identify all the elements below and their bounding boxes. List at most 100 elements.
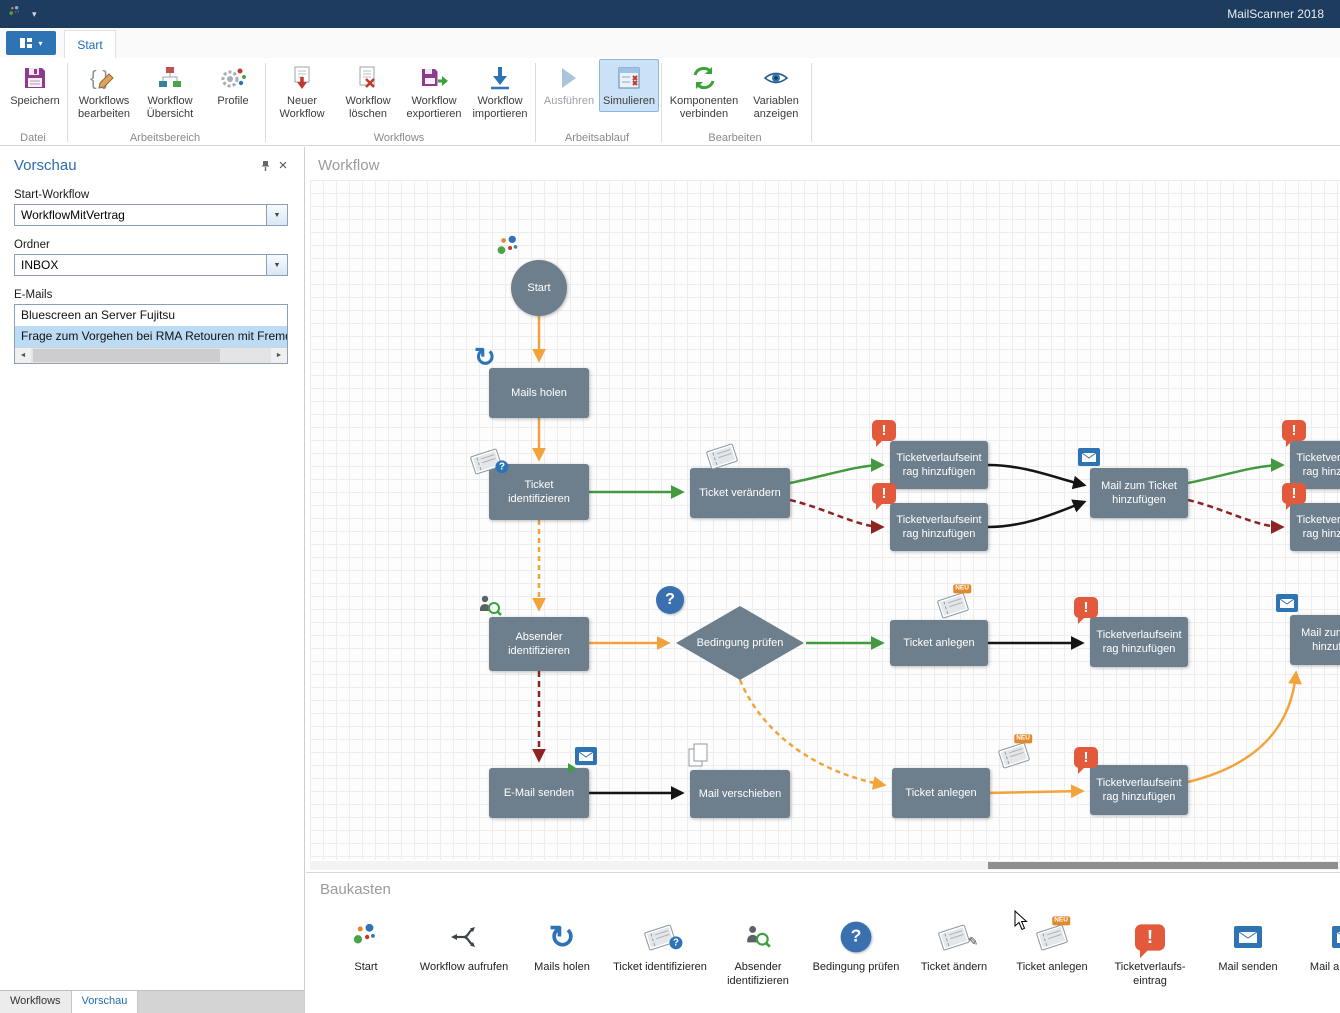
workflow-node[interactable]: Absender identifizieren [489,617,589,671]
quick-access-caret-icon[interactable] [32,9,37,20]
scrollbar-thumb[interactable] [33,349,220,362]
close-icon[interactable] [274,158,292,174]
new-workflow-icon [289,63,315,93]
workflow-edge[interactable] [1188,673,1296,782]
workflow-node[interactable]: Ticket anlegen [890,620,988,666]
email-list: Bluescreen an Server Fujitsu Frage zum V… [14,304,288,364]
edit-workflows-button[interactable]: { } Workflows bearbeiten [71,59,137,124]
ribbon-group-arbeitsbereich: { } Workflows bearbeiten Workflow Übersi… [68,58,266,145]
toolbox-item-mail-senden[interactable]: Mail senden [1200,914,1296,989]
start-workflow-select[interactable]: WorkflowMitVertrag [14,204,288,226]
chevron-down-icon[interactable] [266,205,287,225]
app-menu-grid-icon [19,37,33,49]
tab-workflows[interactable]: Workflows [0,991,72,1013]
workflow-node[interactable]: Ticketverlaufseintrag hinzufügen [1090,765,1188,815]
scroll-right-icon[interactable] [271,348,287,363]
workflow-edge[interactable] [990,791,1082,793]
pin-icon[interactable] [256,158,274,174]
workflow-node[interactable]: Start [511,260,567,316]
workflow-edge[interactable] [790,500,882,527]
workflow-canvas[interactable]: Start Mails holen Ticket identifizieren … [310,180,1340,860]
toolbox-item-call-workflow[interactable]: Workflow aufrufen [416,914,512,989]
green-arrow-icon [568,763,576,773]
workflow-node[interactable]: Mail verschieben [690,770,790,818]
exclamation-bubble-icon [872,483,896,504]
mail-icon [1298,914,1340,960]
folder-select[interactable]: INBOX [14,254,288,276]
show-variables-button[interactable]: Variablen anzeigen [743,59,809,124]
canvas-hscrollbar[interactable] [310,861,1340,870]
workflow-edge[interactable] [988,502,1084,527]
workflow-edge[interactable] [1188,465,1282,483]
workflow-overview-button[interactable]: Workflow Übersicht [137,59,203,124]
workflow-edge[interactable] [988,465,1084,485]
run-button[interactable]: Ausführen [539,59,599,112]
toolbox-row: Start Workflow aufrufen Mails holen Tick… [306,914,1340,989]
app-menu-button[interactable] [6,31,56,55]
workflow-node[interactable]: Mails holen [489,368,589,418]
question-circle-icon [656,586,684,614]
toolbox-item-mails-holen[interactable]: Mails holen [514,914,610,989]
toolbox-item-absender-identifizieren[interactable]: Absender identifizieren [710,914,806,989]
save-button[interactable]: Speichern [5,59,65,112]
workflow-node[interactable]: E-Mail senden [489,768,589,818]
toolbox-item-start[interactable]: Start [318,914,414,989]
connect-components-icon [691,63,717,93]
exclamation-bubble-icon [1074,597,1098,618]
workflow-node[interactable]: Ticketverlaufseintrag hinzufügen [1090,617,1188,667]
import-workflow-button[interactable]: Workflow importieren [467,59,533,124]
ribbon-body: Speichern Datei { } Workflows bearbeiten… [0,58,1340,145]
list-item[interactable]: Frage zum Vorgehen bei RMA Retouren mit … [15,326,287,347]
connect-components-button[interactable]: Komponenten verbinden [665,59,743,124]
ticket-question-icon [612,914,708,960]
toolbox-item-ticketverlaufseintrag[interactable]: Ticketverlaufs-eintrag [1102,914,1198,989]
colored-dots-icon [495,234,523,267]
ribbon-group-bearbeiten: Komponenten verbinden Variablen anzeigen… [662,58,812,145]
workflow-node[interactable]: Mail zum Ticket hinzufügen [1090,468,1188,518]
scroll-left-icon[interactable] [15,348,31,363]
list-item[interactable]: Bluescreen an Server Fujitsu [15,305,287,326]
question-badge [495,460,508,473]
folder-label: Ordner [14,239,288,251]
mail-send-icon [575,747,597,770]
workflow-edge[interactable] [1188,500,1282,527]
workflow-node[interactable]: Mail zum Ticket hinzufügen [1290,615,1340,665]
toolbox-title: Baukasten [320,881,1340,898]
workflow-node[interactable]: Ticket verändern [690,468,790,518]
workflow-node[interactable]: Ticket anlegen [892,768,990,818]
ribbon-group-workflows: Neuer Workflow Workflow löschen Workflow… [266,58,536,145]
workflow-node[interactable]: Ticketverlaufseintrag hinzufügen [1290,503,1340,551]
chevron-down-icon[interactable] [266,255,287,275]
scrollbar-track[interactable] [31,348,271,363]
export-workflow-button[interactable]: Workflow exportieren [401,59,467,124]
tab-start[interactable]: Start [64,30,116,58]
workflow-node[interactable]: Ticketverlaufseintrag hinzufügen [1290,441,1340,489]
toolbox-item-ticket-aendern[interactable]: Ticket ändern [906,914,1002,989]
ribbon-tab-row: Start [0,28,1340,58]
new-workflow-button[interactable]: Neuer Workflow [269,59,335,124]
toolbox-item-ticket-identifizieren[interactable]: Ticket identifizieren [612,914,708,989]
run-icon [558,63,580,93]
start-workflow-label: Start-Workflow [14,189,288,201]
export-workflow-icon [420,63,448,93]
app-icon[interactable] [8,5,22,24]
profiles-button[interactable]: Profile [203,59,263,112]
workflow-edge[interactable] [790,465,882,483]
save-icon [22,63,48,93]
toolbox-item-bedingung-pruefen[interactable]: Bedingung prüfen [808,914,904,989]
simulate-button[interactable]: Simulieren [599,59,659,112]
delete-workflow-button[interactable]: Workflow löschen [335,59,401,124]
import-workflow-icon [487,63,513,93]
edit-workflows-icon: { } [90,63,118,93]
scrollbar-thumb[interactable] [988,862,1338,869]
ticket-edit-icon [906,914,1002,960]
toolbox-item-mail-anhaengen[interactable]: Mail anhängen [1298,914,1340,989]
tab-vorschau[interactable]: Vorschau [72,991,139,1013]
workflow-panel-title: Workflow [318,157,379,174]
application-window: MailScanner 2018 Start Speichern Datei [0,0,1340,1013]
workflow-node[interactable]: Ticketverlaufseintrag hinzufügen [890,441,988,489]
exclamation-bubble-icon [872,420,896,441]
workflow-node[interactable]: Ticketverlaufseintrag hinzufügen [890,503,988,551]
colored-dots-icon [318,914,414,960]
mouse-cursor [1014,910,1030,931]
